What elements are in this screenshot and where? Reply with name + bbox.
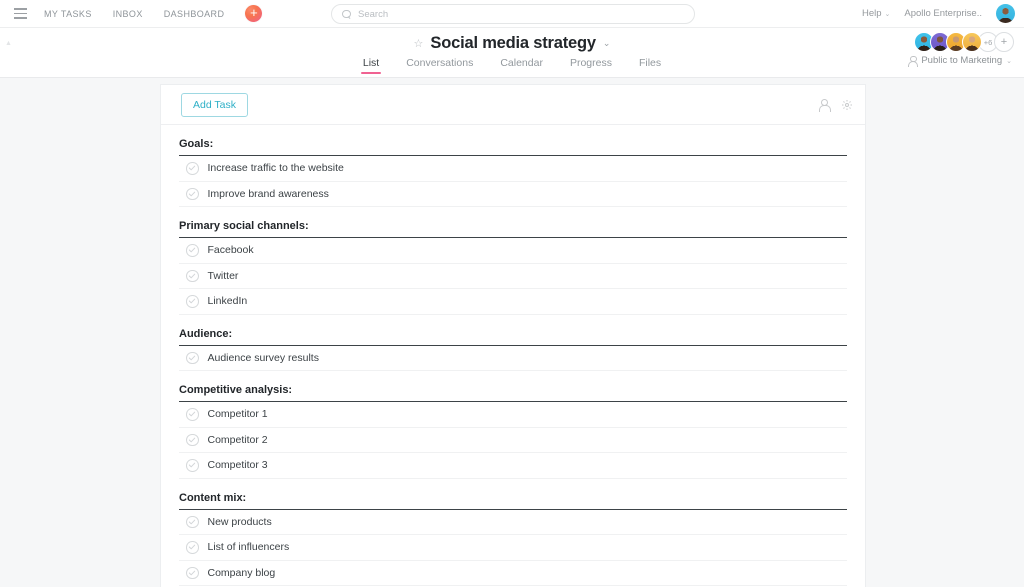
task-complete-checkbox[interactable] (186, 408, 199, 421)
task-row[interactable]: Twitter (179, 264, 847, 289)
quick-add-button[interactable]: + (245, 5, 263, 22)
nav-item-my-tasks[interactable]: MY TASKS (44, 9, 92, 19)
privacy-label: Public to Marketing (921, 55, 1003, 66)
tab-files[interactable]: Files (639, 57, 661, 74)
toolbar-icon-group (818, 99, 853, 112)
tab-progress[interactable]: Progress (570, 57, 612, 74)
section-header: Primary social channels: (179, 207, 847, 238)
task-complete-checkbox[interactable] (186, 433, 199, 446)
nav-item-inbox[interactable]: INBOX (113, 9, 143, 19)
task-row[interactable]: Competitor 2 (179, 428, 847, 453)
chevron-down-icon: ⌄ (1006, 57, 1012, 65)
project-header: ▲ ☆ Social media strategy ⌄ List Convers… (0, 28, 1024, 78)
task-label: Competitor 1 (207, 408, 268, 421)
task-row[interactable]: Audience survey results (179, 346, 847, 371)
section-header: Goals: (179, 125, 847, 156)
project-menu-chevron-icon[interactable]: ⌄ (603, 38, 611, 49)
nav-item-dashboard[interactable]: DASHBOARD (164, 9, 225, 19)
task-label: New products (207, 515, 272, 528)
task-complete-checkbox[interactable] (186, 351, 199, 364)
sidebar-collapse-icon[interactable]: ▲ (5, 40, 12, 47)
task-complete-checkbox[interactable] (186, 187, 199, 200)
task-label: Competitor 2 (207, 433, 268, 446)
search-input[interactable]: Search (331, 4, 695, 24)
task-row[interactable]: Competitor 3 (179, 453, 847, 479)
help-menu[interactable]: Help ⌄ (862, 8, 890, 19)
page-title: Social media strategy (430, 34, 596, 52)
task-label: Audience survey results (207, 351, 319, 364)
person-icon[interactable] (818, 99, 831, 112)
organization-label: Apollo Enterprise.. (904, 8, 982, 19)
member-avatar[interactable] (962, 32, 982, 52)
task-list: Goals: Increase traffic to the website Imp… (161, 125, 865, 587)
task-complete-checkbox[interactable] (186, 162, 199, 175)
member-avatar-stack: +6 + (914, 32, 1014, 52)
project-tabs: List Conversations Calendar Progress Fil… (0, 57, 1024, 74)
task-row[interactable]: New products (179, 510, 847, 535)
project-privacy-selector[interactable]: Public to Marketing ⌄ (907, 55, 1012, 68)
add-task-button[interactable]: Add Task (181, 92, 248, 117)
task-row[interactable]: Improve brand awareness (179, 182, 847, 207)
section-header: Competitive analysis: (179, 371, 847, 402)
task-complete-checkbox[interactable] (186, 269, 199, 282)
task-label: Competitor 3 (207, 459, 268, 472)
topbar-right-group: Help ⌄ Apollo Enterprise.. (862, 4, 1024, 23)
task-complete-checkbox[interactable] (186, 459, 199, 472)
task-label: Improve brand awareness (207, 187, 329, 200)
task-row[interactable]: Competitor 1 (179, 402, 847, 428)
task-row[interactable]: List of influencers (179, 535, 847, 561)
task-complete-checkbox[interactable] (186, 541, 199, 554)
search-icon (342, 9, 351, 19)
task-row[interactable]: Company blog (179, 561, 847, 586)
task-label: LinkedIn (207, 295, 248, 308)
task-row[interactable]: Increase traffic to the website (179, 156, 847, 182)
search-container: Search (331, 4, 695, 24)
global-topbar: MY TASKS INBOX DASHBOARD + Search Help ⌄… (0, 0, 1024, 28)
section-header: Content mix: (179, 479, 847, 510)
global-nav: MY TASKS INBOX DASHBOARD (44, 9, 224, 19)
search-placeholder: Search (358, 8, 389, 20)
current-user-avatar[interactable] (996, 4, 1015, 23)
plus-icon: + (250, 5, 258, 20)
tab-calendar[interactable]: Calendar (500, 57, 543, 74)
task-label: Twitter (207, 269, 239, 282)
star-icon[interactable]: ☆ (414, 37, 424, 50)
task-row[interactable]: LinkedIn (179, 289, 847, 315)
organization-menu[interactable]: Apollo Enterprise.. (904, 8, 982, 19)
main-content: Add Task Goals: Increase traffic to the w… (0, 78, 1024, 587)
task-row[interactable]: Facebook (179, 238, 847, 264)
add-member-button[interactable]: + (994, 32, 1014, 52)
task-label: Company blog (207, 566, 276, 579)
task-label: List of influencers (207, 541, 290, 554)
gear-icon[interactable] (841, 99, 853, 111)
task-list-card: Add Task Goals: Increase traffic to the w… (160, 84, 866, 587)
task-complete-checkbox[interactable] (186, 295, 199, 308)
task-complete-checkbox[interactable] (186, 515, 199, 528)
task-label: Increase traffic to the website (207, 162, 344, 175)
hamburger-menu-icon[interactable] (0, 0, 40, 27)
section-header: Audience: (179, 315, 847, 346)
project-members: +6 + Public to Marketing ⌄ (907, 32, 1014, 68)
task-label: Facebook (207, 244, 254, 257)
project-title-row: ☆ Social media strategy ⌄ (0, 28, 1024, 53)
help-label: Help (861, 8, 882, 19)
task-complete-checkbox[interactable] (186, 244, 199, 257)
tab-list[interactable]: List (360, 57, 382, 74)
list-toolbar: Add Task (161, 85, 865, 125)
chevron-down-icon: ⌄ (884, 10, 891, 18)
person-icon (907, 56, 919, 68)
tab-conversations[interactable]: Conversations (406, 57, 473, 74)
task-complete-checkbox[interactable] (186, 566, 199, 579)
